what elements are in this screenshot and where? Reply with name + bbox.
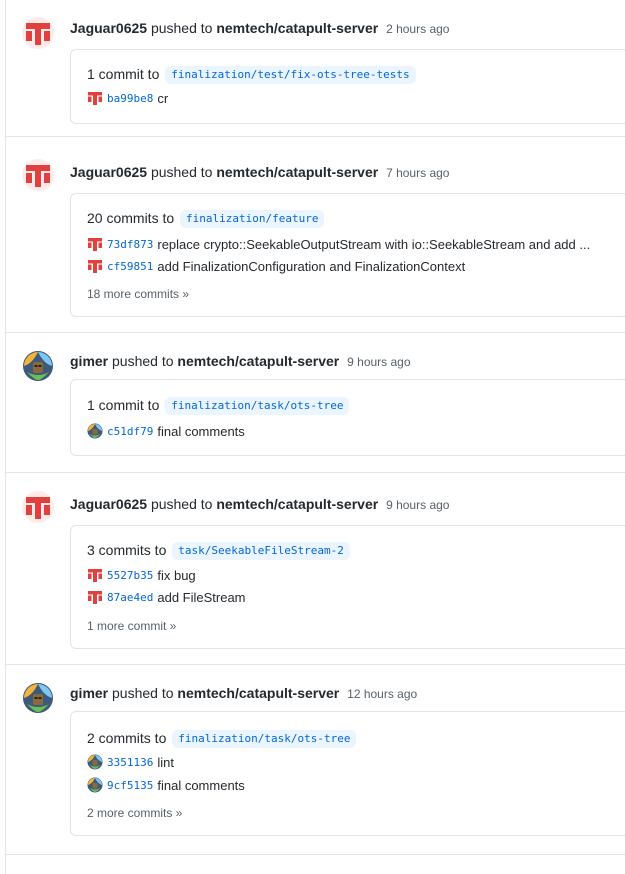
commit-message: lint	[157, 754, 174, 770]
commit-sha-link[interactable]: 73df873	[107, 238, 153, 251]
event-header: Jaguar0625 pushed to nemtech/catapult-se…	[70, 162, 449, 183]
commit-message: cr	[157, 90, 169, 106]
event-header: gimer pushed to nemtech/catapult-server …	[70, 683, 417, 704]
branch-link[interactable]: task/SeekableFileStream-2	[172, 542, 350, 560]
commit-sha-link[interactable]: 5527b35	[107, 569, 153, 582]
commit-sha-link[interactable]: 3351136	[107, 756, 153, 769]
feed-event: Jaguar0625 pushed to nemtech/catapult-se…	[6, 137, 625, 333]
commit-count: 1 commit to	[87, 66, 160, 82]
commit-sha-link[interactable]: 9cf5135	[107, 779, 153, 792]
jaguar-avatar-icon	[87, 589, 103, 605]
commit-sha-link[interactable]: c51df79	[107, 425, 153, 438]
event-time: 9 hours ago	[386, 498, 450, 512]
gimer-avatar-icon	[23, 683, 53, 713]
jaguar-avatar-icon	[87, 90, 103, 106]
actor-link[interactable]: gimer	[70, 685, 108, 701]
push-card: 3 commits to task/SeekableFileStream-2 5…	[70, 525, 625, 649]
commit-sha-link[interactable]: 87ae4ed	[107, 591, 153, 604]
push-summary: 2 commits to finalization/task/ots-tree	[87, 728, 357, 748]
commit-sha-link[interactable]: cf59851	[107, 260, 153, 273]
event-verb: pushed to	[112, 353, 174, 369]
more-commits-link[interactable]: 2 more commits »	[87, 806, 182, 820]
event-verb: pushed to	[150, 164, 213, 180]
gimer-avatar-icon	[23, 351, 53, 381]
feed-event: gimer pushed to nemtech/catapult-server …	[6, 665, 625, 855]
event-time: 7 hours ago	[386, 166, 450, 180]
commit-message: final comments	[157, 423, 245, 439]
avatar[interactable]	[22, 159, 54, 191]
repo-link[interactable]: nemtech/catapult-server	[216, 496, 378, 512]
event-verb: pushed to	[150, 20, 213, 36]
actor-link[interactable]: gimer	[70, 353, 108, 369]
commit-row: cf59851 add FinalizationConfiguration an…	[87, 256, 620, 276]
branch-link[interactable]: finalization/feature	[180, 210, 325, 228]
commit-count: 20 commits to	[87, 210, 175, 226]
commit-row: 9cf5135 final comments	[87, 775, 620, 795]
event-header: gimer pushed to nemtech/catapult-server …	[70, 351, 411, 372]
event-header: Jaguar0625 pushed to nemtech/catapult-se…	[70, 18, 449, 39]
actor-link[interactable]: Jaguar0625	[70, 496, 147, 512]
push-summary: 1 commit to finalization/test/fix-ots-tr…	[87, 64, 416, 84]
jaguar-avatar-icon	[22, 491, 54, 523]
commit-row: ba99be8 cr	[87, 88, 620, 108]
branch-link[interactable]: finalization/task/ots-tree	[172, 730, 357, 748]
commit-message: add FinalizationConfiguration and Finali…	[157, 258, 466, 274]
avatar[interactable]	[22, 350, 54, 382]
push-summary: 20 commits to finalization/feature	[87, 208, 325, 228]
jaguar-avatar-icon	[22, 17, 54, 49]
commit-message: fix bug	[157, 567, 196, 583]
actor-link[interactable]: Jaguar0625	[70, 20, 147, 36]
push-summary: 3 commits to task/SeekableFileStream-2	[87, 540, 350, 560]
commit-row: 3351136 lint	[87, 752, 620, 772]
gimer-avatar-icon	[87, 754, 103, 770]
event-verb: pushed to	[112, 685, 174, 701]
event-header: Jaguar0625 pushed to nemtech/catapult-se…	[70, 494, 449, 515]
jaguar-avatar-icon	[87, 236, 103, 252]
commit-row: 73df873 replace crypto::SeekableOutputSt…	[87, 234, 620, 254]
jaguar-avatar-icon	[87, 567, 103, 583]
avatar[interactable]	[22, 17, 54, 49]
push-card: 1 commit to finalization/test/fix-ots-tr…	[70, 49, 625, 124]
event-time: 9 hours ago	[347, 355, 411, 369]
branch-link[interactable]: finalization/task/ots-tree	[165, 397, 350, 415]
jaguar-avatar-icon	[22, 159, 54, 191]
commit-count: 1 commit to	[87, 397, 160, 413]
commit-row: 5527b35 fix bug	[87, 565, 620, 585]
commit-message: add FileStream	[157, 589, 246, 605]
push-summary: 1 commit to finalization/task/ots-tree	[87, 395, 350, 415]
more-commits-link[interactable]: 1 more commit »	[87, 619, 176, 633]
feed-event: gimer pushed to nemtech/catapult-server …	[6, 333, 625, 473]
event-verb: pushed to	[150, 496, 213, 512]
more-commits-link[interactable]: 18 more commits »	[87, 287, 189, 301]
push-card: 20 commits to finalization/feature 73df8…	[70, 193, 625, 317]
repo-link[interactable]: nemtech/catapult-server	[216, 20, 378, 36]
activity-feed: Jaguar0625 pushed to nemtech/catapult-se…	[6, 0, 625, 855]
push-card: 2 commits to finalization/task/ots-tree …	[70, 711, 625, 836]
push-card: 1 commit to finalization/task/ots-tree c…	[70, 379, 625, 456]
jaguar-avatar-icon	[87, 258, 103, 274]
repo-link[interactable]: nemtech/catapult-server	[177, 353, 339, 369]
commit-message: final comments	[157, 777, 245, 793]
branch-link[interactable]: finalization/test/fix-ots-tree-tests	[165, 66, 416, 84]
commit-count: 2 commits to	[87, 730, 167, 746]
gimer-avatar-icon	[87, 423, 103, 439]
avatar[interactable]	[22, 682, 54, 714]
commit-row: c51df79 final comments	[87, 421, 620, 441]
avatar[interactable]	[22, 491, 54, 523]
actor-link[interactable]: Jaguar0625	[70, 164, 147, 180]
repo-link[interactable]: nemtech/catapult-server	[216, 164, 378, 180]
gimer-avatar-icon	[87, 777, 103, 793]
commit-message: replace crypto::SeekableOutputStream wit…	[157, 236, 591, 252]
commit-sha-link[interactable]: ba99be8	[107, 92, 153, 105]
repo-link[interactable]: nemtech/catapult-server	[177, 685, 339, 701]
event-time: 12 hours ago	[347, 687, 418, 701]
event-time: 2 hours ago	[386, 22, 450, 36]
commit-count: 3 commits to	[87, 542, 167, 558]
feed-event: Jaguar0625 pushed to nemtech/catapult-se…	[6, 473, 625, 665]
feed-event: Jaguar0625 pushed to nemtech/catapult-se…	[6, 0, 625, 137]
commit-row: 87ae4ed add FileStream	[87, 587, 620, 607]
